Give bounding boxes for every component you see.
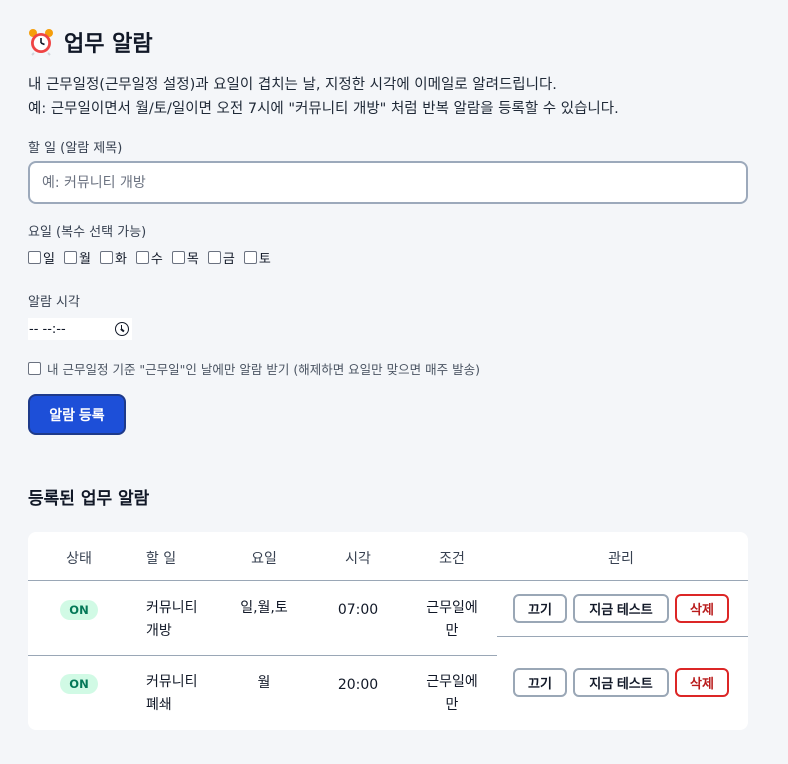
- condition-text-line-2: 만: [445, 697, 459, 713]
- condition-text-line-2: 만: [445, 623, 459, 639]
- delete-button[interactable]: 삭제: [675, 668, 729, 697]
- condition-text-line-1: 근무일에: [426, 674, 478, 690]
- turn-off-button[interactable]: 끄기: [513, 668, 567, 697]
- time-cell: 07:00: [337, 602, 379, 618]
- days-label: 요일 (복수 선택 가능): [28, 225, 147, 240]
- task-text-line-1: 커뮤니티: [146, 600, 198, 616]
- day-checkbox-wed[interactable]: [135, 251, 149, 264]
- time-cell: 20:00: [337, 677, 379, 693]
- day-label-mon: 월: [78, 252, 91, 267]
- task-input[interactable]: [28, 161, 748, 204]
- day-checkbox-tue[interactable]: [99, 251, 113, 264]
- task-cell: 커뮤니티 개방: [146, 597, 198, 643]
- column-header-time: 시각: [345, 551, 371, 567]
- column-header-task: 할 일: [145, 551, 177, 567]
- clock-icon[interactable]: [115, 322, 129, 336]
- day-option-mon[interactable]: 월: [63, 248, 91, 267]
- condition-cell: 근무일에 만: [426, 597, 478, 643]
- status-badge: ON: [60, 674, 98, 694]
- day-checkbox-sat[interactable]: [243, 251, 257, 264]
- day-label-thu: 목: [186, 252, 199, 267]
- task-cell: 커뮤니티 폐쇄: [146, 671, 198, 717]
- condition-text-line-1: 근무일에: [426, 600, 478, 616]
- task-label: 할 일 (알람 제목): [28, 141, 123, 156]
- alarm-list-title: 등록된 업무 알람: [28, 489, 150, 509]
- description-line-2: 예: 근무일이면서 월/토/일이면 오전 7시에 "커뮤니티 개방" 처럼 반복…: [28, 101, 619, 117]
- day-label-sat: 토: [258, 252, 271, 267]
- day-option-wed[interactable]: 수: [135, 248, 163, 267]
- column-header-condition: 조건: [439, 551, 465, 567]
- day-option-tue[interactable]: 화: [99, 248, 127, 267]
- day-label-tue: 화: [114, 252, 127, 267]
- task-text-line-1: 커뮤니티: [146, 674, 198, 690]
- delete-button[interactable]: 삭제: [675, 594, 729, 623]
- day-option-thu[interactable]: 목: [171, 248, 199, 267]
- turn-off-button[interactable]: 끄기: [513, 594, 567, 623]
- header-divider: [28, 580, 748, 581]
- workday-only-checkbox[interactable]: [28, 362, 41, 375]
- day-option-sat[interactable]: 토: [243, 248, 271, 267]
- day-option-fri[interactable]: 금: [207, 248, 235, 267]
- day-checkbox-mon[interactable]: [63, 251, 77, 264]
- task-text-line-2: 폐쇄: [146, 697, 172, 713]
- workday-only-label: 내 근무일정 기준 "근무일"인 날에만 알람 받기 (해제하면 요일만 맞으면…: [47, 362, 480, 377]
- time-value: -- --:--: [29, 321, 66, 337]
- days-checkbox-group: 일 월 화 수 목 금 토: [28, 248, 280, 267]
- condition-cell: 근무일에 만: [426, 671, 478, 717]
- alarm-clock-icon: [29, 29, 53, 56]
- time-label: 알람 시각: [28, 295, 80, 310]
- task-text-line-2: 개방: [146, 623, 172, 639]
- day-label-wed: 수: [150, 252, 163, 267]
- day-checkbox-thu[interactable]: [171, 251, 185, 264]
- title-row: 업무 알람: [28, 26, 153, 58]
- row-divider-actions: [497, 636, 748, 637]
- row-divider: [28, 655, 497, 656]
- column-header-actions: 관리: [608, 551, 634, 567]
- days-cell: 일,월,토: [240, 600, 288, 616]
- page-title: 업무 알람: [64, 32, 153, 57]
- register-alarm-button[interactable]: 알람 등록: [28, 394, 126, 435]
- day-checkbox-fri[interactable]: [207, 251, 221, 264]
- time-input[interactable]: -- --:--: [28, 318, 132, 340]
- days-cell: 월: [257, 675, 271, 691]
- workday-only-option[interactable]: 내 근무일정 기준 "근무일"인 날에만 알람 받기 (해제하면 요일만 맞으면…: [28, 359, 480, 378]
- day-checkbox-sun[interactable]: [28, 251, 41, 264]
- day-option-sun[interactable]: 일: [28, 248, 55, 267]
- column-header-status: 상태: [66, 551, 92, 567]
- day-label-fri: 금: [222, 252, 235, 267]
- description-line-1: 내 근무일정(근무일정 설정)과 요일이 겹치는 날, 지정한 시각에 이메일로…: [28, 77, 557, 93]
- test-now-button[interactable]: 지금 테스트: [573, 668, 669, 697]
- status-badge: ON: [60, 600, 98, 620]
- test-now-button[interactable]: 지금 테스트: [573, 594, 669, 623]
- column-header-days: 요일: [251, 551, 277, 567]
- alarm-table: 상태 할 일 요일 시각 조건 관리 ON 커뮤니티 개방 일,월,토 07:0…: [28, 532, 748, 730]
- day-label-sun: 일: [43, 252, 55, 267]
